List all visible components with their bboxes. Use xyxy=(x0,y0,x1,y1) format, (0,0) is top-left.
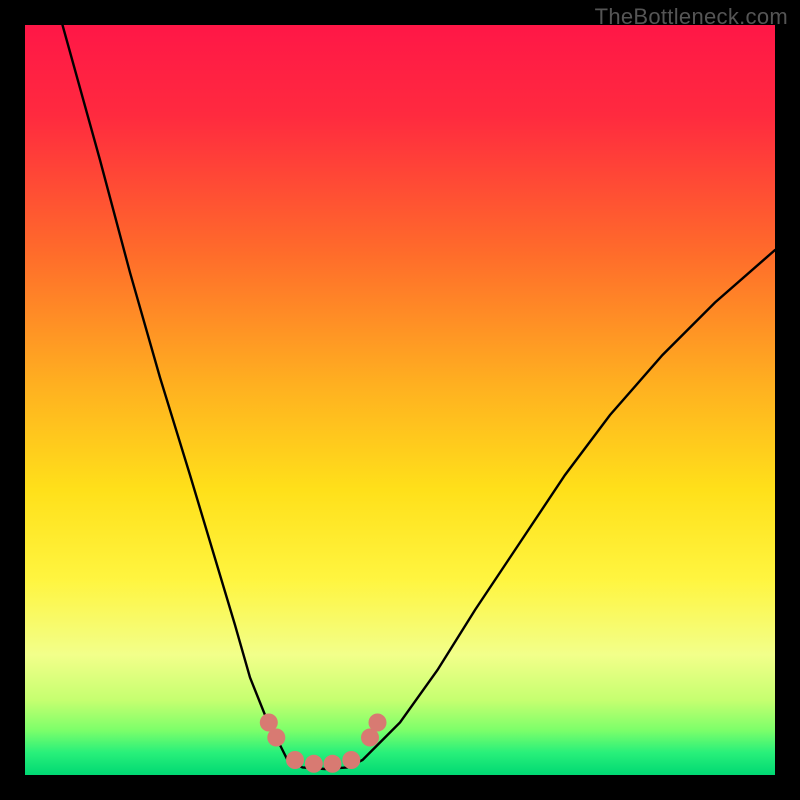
valley-marker xyxy=(286,751,304,769)
chart-stage: TheBottleneck.com xyxy=(0,0,800,800)
bottleneck-curve xyxy=(25,25,775,775)
valley-marker xyxy=(305,755,323,773)
valley-marker xyxy=(267,729,285,747)
watermark-text: TheBottleneck.com xyxy=(595,4,788,30)
valley-marker xyxy=(324,755,342,773)
valley-marker xyxy=(342,751,360,769)
plot-area xyxy=(25,25,775,775)
bottleneck-line xyxy=(63,25,776,769)
valley-marker xyxy=(369,714,387,732)
